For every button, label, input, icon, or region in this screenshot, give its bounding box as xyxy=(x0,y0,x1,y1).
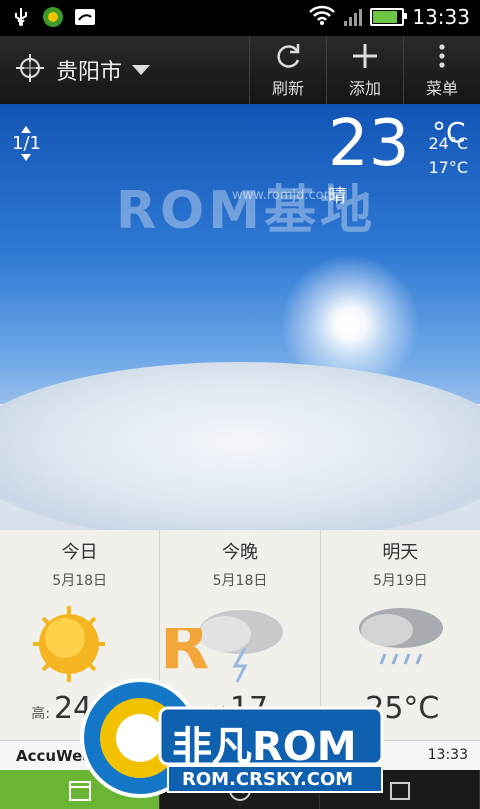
add-label: 添加 xyxy=(348,79,381,98)
page-counter: 1/1 xyxy=(12,133,41,154)
chevron-down-icon xyxy=(132,65,151,75)
cloud-graphic xyxy=(0,362,480,530)
svg-text:R: R xyxy=(160,628,209,684)
signal-icon xyxy=(344,8,363,26)
current-temperature: 23 xyxy=(328,107,410,181)
forecast-title: 今晚 xyxy=(221,542,258,563)
alarm-icon xyxy=(389,781,410,800)
forecast-date: 5月18日 xyxy=(212,573,268,589)
weather-condition: 晴 xyxy=(328,186,346,207)
location-target-icon xyxy=(14,52,46,88)
status-bar: 13:33 xyxy=(0,0,480,36)
refresh-label: 刷新 xyxy=(271,79,304,98)
forecast-date: 5月19日 xyxy=(372,573,428,589)
usb-icon xyxy=(10,6,32,28)
menu-icon xyxy=(439,44,445,68)
high-temperature: 24°C xyxy=(428,134,468,153)
refresh-icon xyxy=(277,44,300,68)
chevron-down-icon xyxy=(21,154,32,161)
forecast-date: 5月18日 xyxy=(52,573,108,589)
battery-icon xyxy=(370,8,408,26)
watermark-url: www.romjd.com xyxy=(232,188,337,203)
logo-url-text: ROM.CRSKY.COM xyxy=(182,769,354,790)
chevron-up-icon xyxy=(21,126,32,133)
rom-site-logo: R 非凡ROM ROM.CRSKY.COM xyxy=(60,610,390,803)
logo-brand-text: 非凡ROM xyxy=(172,724,357,770)
last-updated-time: 13:33 xyxy=(427,747,468,763)
temperature-block: 23 °C 24°C 17°C 晴 xyxy=(328,112,468,212)
mail-notification-icon xyxy=(74,6,96,28)
wifi-icon xyxy=(308,5,336,29)
menu-button[interactable]: 菜单 xyxy=(403,36,480,104)
city-selector[interactable]: 贵阳市 xyxy=(14,52,151,88)
forecast-temp-label: 高: xyxy=(31,706,50,722)
city-name: 贵阳市 xyxy=(56,60,123,85)
menu-label: 菜单 xyxy=(425,79,458,98)
low-temperature: 17°C xyxy=(428,158,468,177)
plus-icon xyxy=(353,44,377,68)
current-weather-panel[interactable]: ROM基地 www.romjd.com 1/1 23 °C 24°C 17°C … xyxy=(0,104,480,530)
status-time: 13:33 xyxy=(412,5,470,29)
refresh-button[interactable]: 刷新 xyxy=(249,36,326,104)
page-indicator[interactable]: 1/1 xyxy=(12,126,41,161)
action-bar: 贵阳市 刷新 添加 菜单 xyxy=(0,36,480,106)
forecast-title: 今日 xyxy=(61,542,98,563)
app-notification-icon xyxy=(42,6,64,28)
forecast-title: 明天 xyxy=(382,542,419,563)
add-button[interactable]: 添加 xyxy=(326,36,403,104)
